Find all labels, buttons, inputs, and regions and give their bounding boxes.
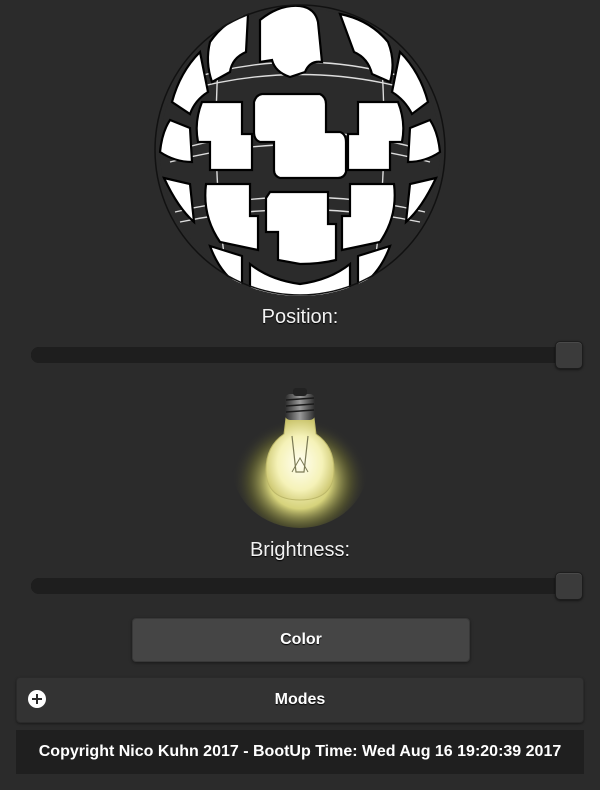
color-button[interactable]: Color — [132, 618, 470, 662]
plus-icon — [28, 690, 46, 708]
brightness-label: Brightness: — [249, 539, 351, 561]
brightness-slider[interactable] — [31, 572, 583, 600]
footer: Copyright Nico Kuhn 2017 - BootUp Time: … — [16, 730, 584, 774]
position-label: Position: — [261, 306, 339, 328]
footer-text: Copyright Nico Kuhn 2017 - BootUp Time: … — [38, 743, 562, 760]
position-slider-fill — [31, 347, 581, 363]
brightness-slider-fill — [31, 578, 581, 594]
modes-collapsible[interactable]: Modes — [16, 677, 584, 723]
brightness-slider-handle[interactable] — [555, 572, 583, 600]
light-bulb-icon[interactable] — [230, 378, 370, 528]
modes-label: Modes — [274, 691, 326, 708]
position-slider-handle[interactable] — [555, 341, 583, 369]
lamp-sphere-icon — [154, 4, 446, 296]
position-slider[interactable] — [31, 341, 583, 369]
